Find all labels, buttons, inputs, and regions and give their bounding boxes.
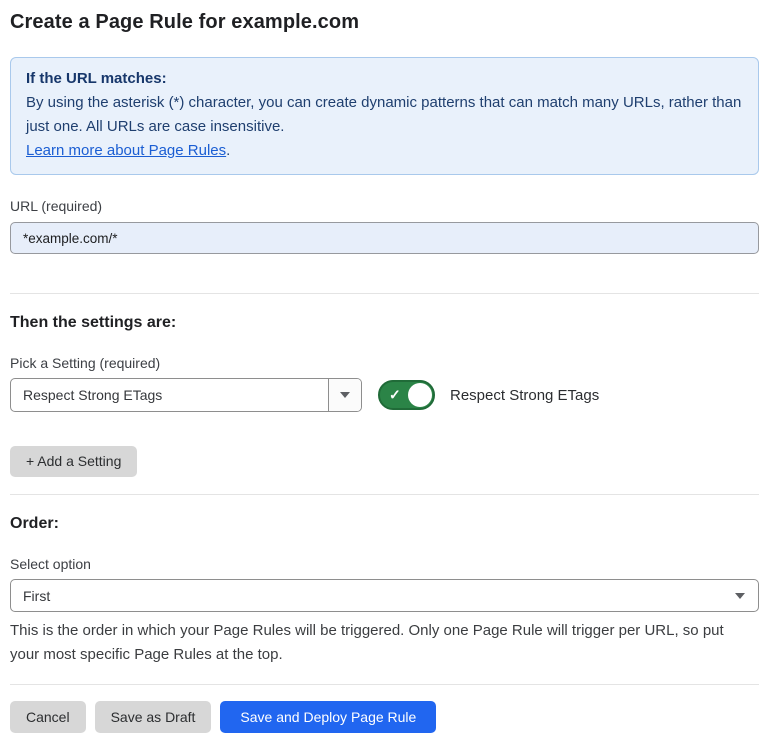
cancel-button[interactable]: Cancel: [10, 701, 86, 733]
order-select-value: First: [11, 588, 722, 604]
order-select[interactable]: First: [10, 579, 759, 612]
chevron-down-icon: [340, 392, 350, 398]
link-suffix: .: [226, 142, 230, 159]
order-section-heading: Order:: [10, 515, 759, 533]
settings-section-heading: Then the settings are:: [10, 314, 759, 332]
divider: [10, 494, 759, 495]
add-setting-button[interactable]: + Add a Setting: [10, 446, 137, 477]
setting-select-arrow-button[interactable]: [328, 379, 361, 411]
check-icon: ✓: [389, 388, 401, 402]
setting-row: Respect Strong ETags ✓ Respect Strong ET…: [10, 378, 759, 412]
info-box-body-text: By using the asterisk (*) character, you…: [26, 94, 741, 135]
respect-strong-etags-toggle[interactable]: ✓: [378, 380, 435, 410]
info-box-heading: If the URL matches:: [26, 67, 743, 91]
url-input[interactable]: [10, 222, 759, 254]
page-title: Create a Page Rule for example.com: [10, 11, 759, 34]
save-and-deploy-button[interactable]: Save and Deploy Page Rule: [220, 701, 436, 733]
page-rule-form: Create a Page Rule for example.com If th…: [0, 11, 769, 733]
order-select-caret-zone: [722, 593, 758, 599]
order-select-label: Select option: [10, 556, 759, 572]
url-field-label: URL (required): [10, 198, 759, 214]
save-as-draft-button[interactable]: Save as Draft: [95, 701, 212, 733]
url-match-info-box: If the URL matches: By using the asteris…: [10, 57, 759, 175]
learn-more-link[interactable]: Learn more about Page Rules: [26, 142, 226, 159]
footer-buttons: Cancel Save as Draft Save and Deploy Pag…: [10, 701, 759, 733]
pick-setting-label: Pick a Setting (required): [10, 355, 759, 371]
chevron-down-icon: [735, 593, 745, 599]
order-help-text: This is the order in which your Page Rul…: [10, 619, 755, 667]
toggle-label: Respect Strong ETags: [450, 387, 599, 404]
divider: [10, 293, 759, 294]
info-box-link-line: Learn more about Page Rules.: [26, 139, 743, 163]
info-box-body: By using the asterisk (*) character, you…: [26, 91, 743, 139]
setting-select-value: Respect Strong ETags: [11, 387, 328, 403]
setting-select[interactable]: Respect Strong ETags: [10, 378, 362, 412]
toggle-knob: [408, 383, 432, 407]
divider: [10, 684, 759, 685]
